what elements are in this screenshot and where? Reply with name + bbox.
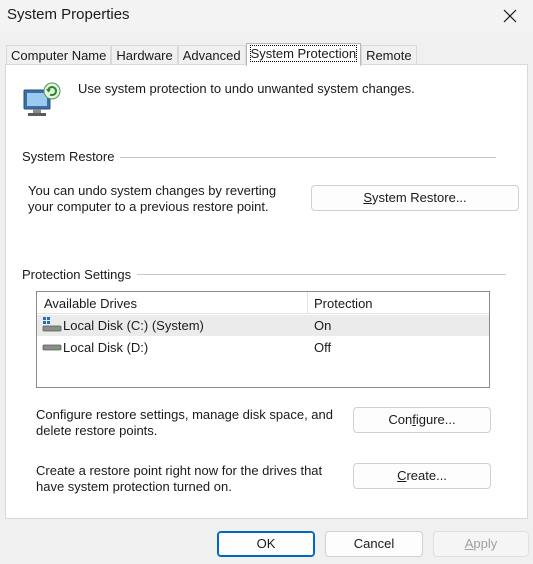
window-title: System Properties <box>7 6 130 23</box>
button-label-accelerator: S <box>363 190 373 205</box>
configure-description: Configure restore settings, manage disk … <box>36 407 333 439</box>
close-icon <box>503 9 517 23</box>
configure-button[interactable]: Configure... <box>353 407 491 433</box>
tab-hardware[interactable]: Hardware <box>111 45 178 65</box>
tab-strip: Computer Name Hardware Advanced System P… <box>6 43 417 66</box>
tab-label: Computer Name <box>11 48 107 63</box>
create-button[interactable]: Create... <box>353 463 491 489</box>
system-drive-icon <box>42 317 62 332</box>
button-label-suffix: pply <box>473 536 498 551</box>
drive-row[interactable]: Local Disk (D:) Off <box>37 337 489 358</box>
cancel-button[interactable]: Cancel <box>325 531 423 557</box>
protection-settings-group-label: Protection Settings <box>22 267 138 282</box>
system-protection-icon <box>23 82 61 116</box>
description-line: your computer to a previous restore poin… <box>28 199 269 214</box>
column-header-protection[interactable]: Protection <box>314 296 373 311</box>
system-restore-description: You can undo system changes by reverting… <box>28 183 276 215</box>
description-line: You can undo system changes by reverting <box>28 183 277 198</box>
apply-button[interactable]: Apply <box>433 531 529 557</box>
tab-panel-system-protection: Use system protection to undo unwanted s… <box>5 64 528 519</box>
tab-label: Remote <box>366 48 412 63</box>
drive-name: Local Disk (D:) <box>63 340 149 355</box>
drive-protection-status: On <box>314 318 332 333</box>
description-line: have system protection turned on. <box>36 479 232 494</box>
description-line: Create a restore point right now for the… <box>36 463 323 478</box>
tab-label: System Protection <box>249 45 358 62</box>
drive-row[interactable]: Local Disk (C:) (System) On <box>37 315 489 336</box>
button-label-prefix: Con <box>388 412 413 427</box>
button-label-suffix: ystem Restore... <box>372 190 467 205</box>
drive-protection-status: Off <box>314 340 332 355</box>
create-description: Create a restore point right now for the… <box>36 463 322 495</box>
column-separator[interactable] <box>307 292 308 314</box>
system-restore-button[interactable]: System Restore... <box>311 185 519 211</box>
drive-icon <box>42 344 62 351</box>
description-line: Configure restore settings, manage disk … <box>36 407 334 422</box>
system-restore-group-label: System Restore <box>22 149 121 164</box>
ok-button[interactable]: OK <box>217 531 315 557</box>
tab-remote[interactable]: Remote <box>361 45 417 65</box>
description-line: delete restore points. <box>36 423 158 438</box>
column-header-available-drives[interactable]: Available Drives <box>44 296 137 311</box>
tab-system-protection[interactable]: System Protection <box>245 43 362 66</box>
tab-label: Advanced <box>182 48 241 63</box>
close-button[interactable] <box>487 0 533 32</box>
tab-advanced[interactable]: Advanced <box>177 45 246 65</box>
button-label-suffix: reate... <box>406 468 447 483</box>
tab-label: Hardware <box>116 48 173 63</box>
button-label-suffix: igure... <box>415 412 456 427</box>
drives-list[interactable]: Available Drives Protection Local Disk (… <box>36 291 490 388</box>
tab-computer-name[interactable]: Computer Name <box>6 45 112 65</box>
title-bar[interactable]: System Properties <box>0 0 533 32</box>
drives-list-header: Available Drives Protection <box>37 292 489 314</box>
intro-text: Use system protection to undo unwanted s… <box>78 81 415 96</box>
drive-name: Local Disk (C:) (System) <box>63 318 204 333</box>
